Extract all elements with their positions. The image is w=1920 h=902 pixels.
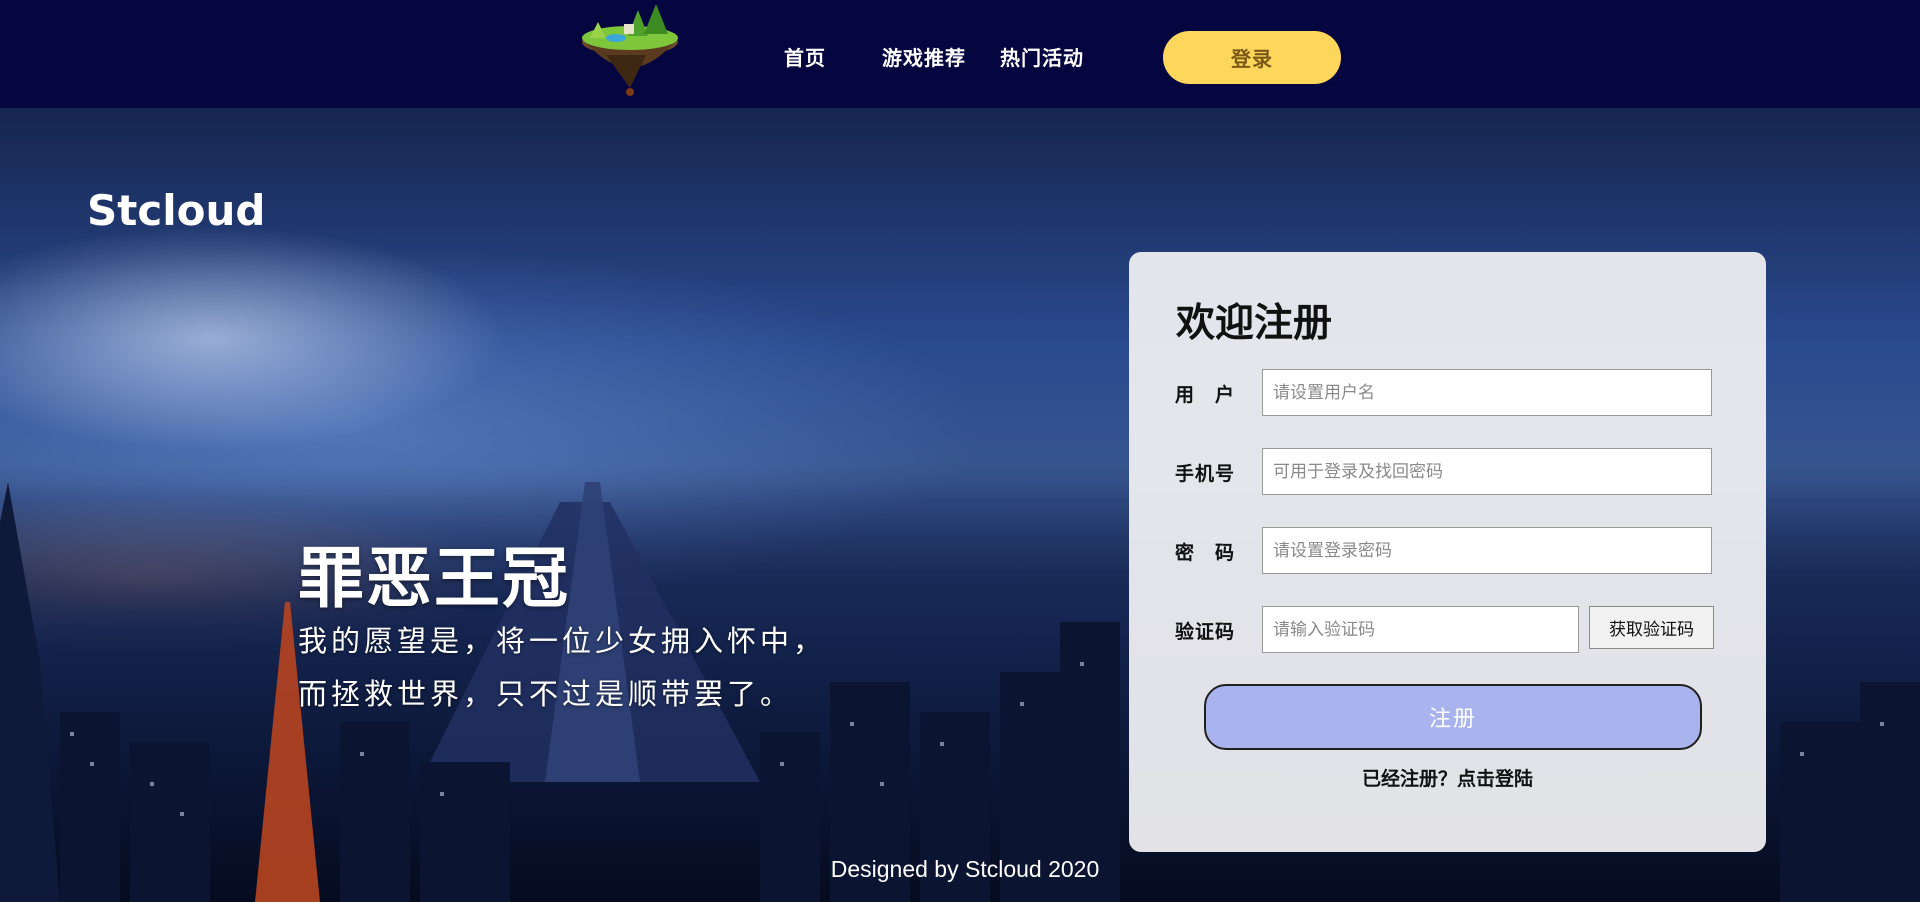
top-nav: 首页 游戏推荐 热门活动 登录 bbox=[0, 0, 1920, 108]
phone-label: 手机号 bbox=[1174, 463, 1235, 485]
register-title: 欢迎注册 bbox=[1176, 301, 1333, 346]
register-button[interactable]: 注册 bbox=[1204, 684, 1702, 750]
register-panel: 欢迎注册 用 户 手机号 密 码 验证码 获取验证码 注册 已经注册？点击登陆 bbox=[1129, 252, 1766, 852]
get-code-button[interactable]: 获取验证码 bbox=[1589, 606, 1714, 649]
username-label: 用 户 bbox=[1174, 384, 1235, 406]
brand-name: Stcloud bbox=[87, 186, 266, 235]
game-title: 罪恶王冠 bbox=[298, 540, 570, 617]
nav-hot-events[interactable]: 热门活动 bbox=[1000, 42, 1084, 71]
footer-credit: Designed by Stcloud 2020 bbox=[830, 856, 1100, 882]
signin-link[interactable]: 已经注册？点击登陆 bbox=[1129, 764, 1766, 791]
verification-code-input[interactable] bbox=[1262, 606, 1579, 653]
username-input[interactable] bbox=[1262, 369, 1712, 416]
password-label: 密 码 bbox=[1174, 542, 1235, 564]
nav-game-recommend[interactable]: 游戏推荐 bbox=[882, 42, 966, 71]
quote-line-2: 而拯救世界，只不过是顺带罢了。 bbox=[298, 677, 794, 711]
nav-home[interactable]: 首页 bbox=[784, 42, 826, 71]
login-button[interactable]: 登录 bbox=[1163, 31, 1341, 84]
floating-island-logo-icon[interactable] bbox=[576, 0, 686, 98]
phone-input[interactable] bbox=[1262, 448, 1712, 495]
verification-code-label: 验证码 bbox=[1174, 621, 1235, 643]
password-input[interactable] bbox=[1262, 527, 1712, 574]
quote-line-1: 我的愿望是，将一位少女拥入怀中， bbox=[298, 624, 827, 658]
